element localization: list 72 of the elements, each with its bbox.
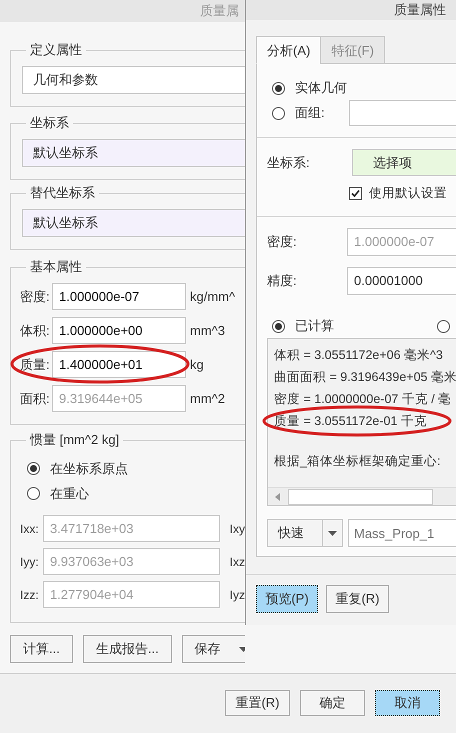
tab[interactable]: 分析(A) (256, 36, 322, 64)
dialog-button[interactable]: 重复(R) (326, 585, 389, 613)
field-label: Iyy: (20, 554, 40, 570)
field-label: Ixx: (20, 520, 40, 538)
dialog-button[interactable]: 确定 (300, 690, 365, 716)
text-field: 3.471718e+03 (42, 515, 220, 542)
selection-field[interactable]: 默认坐标系 (22, 209, 245, 237)
text-field: 9.937063e+03 (42, 548, 220, 575)
field-label: 质量: (20, 356, 51, 374)
selection-field[interactable] (349, 100, 456, 126)
field-label: 密度: (267, 233, 298, 252)
radio-button[interactable] (27, 487, 40, 500)
window-title: 质量属性 (394, 1, 446, 19)
result-line: 曲面面积 = 9.3196439e+05 毫米 (274, 370, 456, 384)
save-button[interactable]: 保存 (182, 635, 245, 663)
horizontal-scrollbar[interactable] (268, 487, 456, 505)
field-label: 密度: (20, 288, 51, 306)
action-button[interactable]: 计算... (10, 635, 73, 663)
unit-label: mm^3 (190, 322, 225, 340)
field-label: 面积: (20, 390, 51, 408)
result-line: 体积 = 3.0551172e+06 毫米^3 (274, 348, 443, 362)
caret-icon (328, 530, 338, 536)
text-field[interactable]: 1.000000e+00 (52, 317, 186, 344)
radio-label: 在重心 (50, 484, 89, 503)
radio-button[interactable] (272, 82, 285, 94)
group-label: 定义属性 (29, 42, 83, 58)
dropdown-field[interactable]: 几何和参数 (22, 66, 245, 94)
text-field[interactable]: 1.000000e-07 (52, 283, 186, 310)
radio-label: 实体几何 (295, 79, 347, 98)
field-label: 坐标系: (267, 154, 311, 172)
radio-button[interactable] (272, 320, 285, 332)
field-label: Izz: (20, 586, 40, 604)
checkbox-label: 使用默认设置 (369, 184, 447, 202)
action-button[interactable]: 生成报告... (82, 635, 172, 663)
window-title: 质量属 (200, 3, 239, 18)
scrollbar-thumb[interactable] (288, 488, 433, 504)
scroll-left-icon (275, 492, 280, 500)
result-line: 密度 = 1.0000000e-07 千克 / 毫 (274, 392, 452, 406)
text-field: 9.319644e+05 (52, 385, 186, 412)
dropdown[interactable]: 快速 (267, 519, 343, 547)
field-label: Ixz (230, 554, 245, 570)
group-label: 基本属性 (29, 259, 83, 275)
group-label: 惯量 [mm^2 kg] (28, 432, 120, 448)
text-field[interactable]: 0.00001000 (347, 267, 456, 295)
text-field: 1.277904e+04 (42, 581, 220, 608)
radio-label: 面组: (295, 104, 325, 122)
checkbox[interactable] (349, 186, 362, 200)
unit-label: kg/mm^ (190, 288, 236, 306)
selection-field[interactable]: 默认坐标系 (22, 139, 245, 167)
unit-label: kg (190, 356, 204, 374)
text-field: 1.000000e-07 (347, 228, 456, 256)
field-label: Iyz (230, 586, 245, 604)
dialog-button[interactable]: 取消 (375, 690, 440, 716)
selection-field[interactable]: 选择项 (352, 149, 456, 176)
radio-label: 在坐标系原点 (50, 460, 128, 478)
field-label: 体积: (20, 322, 51, 340)
radio-button[interactable] (437, 320, 450, 332)
caret-icon (238, 646, 245, 652)
text-field[interactable]: 1.400000e+01 (52, 351, 186, 378)
unit-label: mm^2 (190, 390, 225, 408)
field-label: 精度: (267, 272, 298, 290)
name-field[interactable]: Mass_Prop_1 (348, 519, 456, 547)
field-label: Ixy (230, 520, 245, 538)
group-label: 替代坐标系 (29, 185, 96, 201)
radio-button[interactable] (27, 462, 40, 475)
radio-button[interactable] (272, 106, 285, 120)
radio-label: 已计算 (295, 317, 334, 336)
result-line: 质量 = 3.0551172e-01 千克 (274, 414, 427, 428)
group-label: 坐标系 (29, 115, 70, 131)
dialog-button[interactable]: 重置(R) (225, 690, 290, 716)
result-line: 根据_箱体坐标框架确定重心: (274, 454, 440, 468)
dialog-button[interactable]: 预览(P) (256, 585, 318, 613)
